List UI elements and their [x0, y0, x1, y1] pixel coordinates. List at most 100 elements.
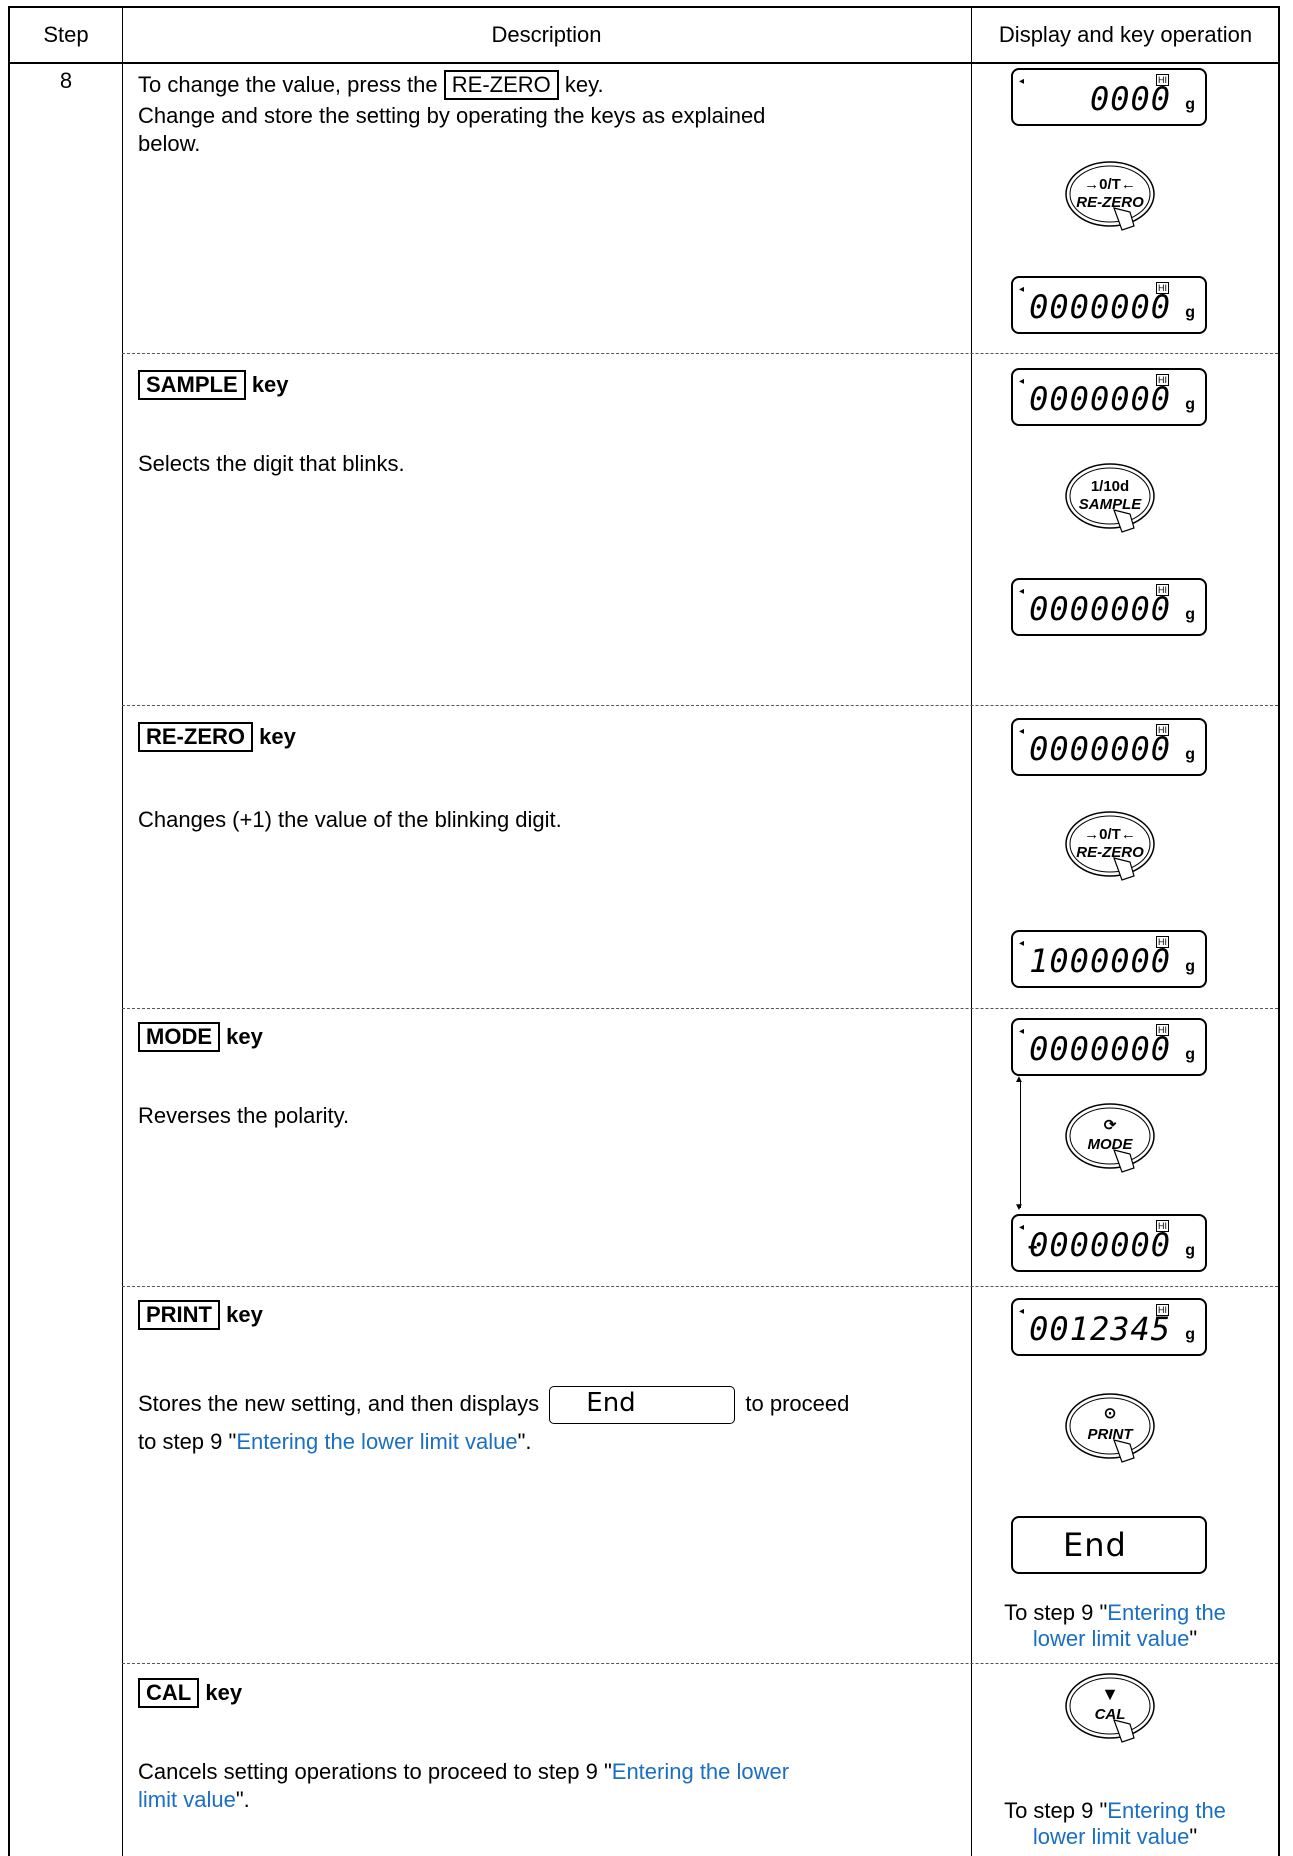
next-step-caption: To step 9 "Entering the lower limit valu… — [975, 1600, 1255, 1652]
print-text-pre: Stores the new setting, and then display… — [138, 1390, 540, 1416]
display-value: 0012345 — [1029, 1310, 1171, 1348]
lower-limit-link[interactable]: limit value — [138, 1787, 236, 1812]
unit-label: g — [1185, 1242, 1195, 1259]
print-text-post: to proceed — [745, 1390, 850, 1416]
end-display-text: End — [1063, 1526, 1127, 1564]
cal-key-suffix: key — [205, 1680, 243, 1705]
cal-key-label: CAL — [138, 1678, 200, 1708]
stable-triangle-icon: ◂ — [1019, 1306, 1025, 1317]
end-display-text: End — [586, 1388, 636, 1418]
mode-heading: MODE key — [138, 1022, 263, 1052]
rezero-button[interactable]: →0/T← RE-ZERO — [1062, 808, 1158, 888]
stable-triangle-icon: ◂ — [1019, 726, 1025, 737]
column-divider — [122, 8, 123, 1856]
rezero-key-label: RE-ZERO — [138, 722, 253, 752]
intro-text: To change the value, press the RE-ZERO k… — [138, 70, 958, 158]
row-separator — [122, 1286, 1278, 1287]
unit-label: g — [1185, 958, 1195, 975]
row-separator — [122, 1663, 1278, 1664]
print-line2-post: ". — [517, 1429, 532, 1454]
arrow-up-icon: ▲ — [1014, 1074, 1024, 1085]
cal-description: Cancels setting operations to proceed to… — [138, 1758, 958, 1814]
print-button[interactable]: ⊙ PRINT — [1062, 1390, 1158, 1470]
mode-key-label: MODE — [138, 1022, 220, 1052]
cal-heading: CAL key — [138, 1678, 242, 1708]
display-value: 0000000 — [1029, 380, 1171, 418]
caption-pre: To step 9 " — [1004, 1600, 1108, 1625]
cal-line2-post: ". — [235, 1787, 250, 1812]
print-description: Stores the new setting, and then display… — [138, 1386, 958, 1456]
rezero-symbol: →0/T← — [1084, 826, 1136, 843]
lower-limit-link[interactable]: Entering the — [1107, 1600, 1226, 1625]
sample-key-suffix: key — [251, 372, 289, 397]
rezero-symbol: →0/T← — [1084, 176, 1136, 193]
cal-symbol: ▼ — [1101, 1684, 1119, 1704]
column-divider — [971, 8, 972, 1856]
sample-button[interactable]: 1/10d SAMPLE — [1062, 460, 1158, 540]
rezero-key-label: RE-ZERO — [443, 70, 559, 100]
display-value: 0000000 — [1029, 1030, 1171, 1068]
polarity-arrow-line — [1020, 1080, 1021, 1208]
print-key-name: PRINT — [1087, 1426, 1133, 1443]
cal-key-name: CAL — [1094, 1706, 1126, 1723]
table-header: Step Description Display and key operati… — [10, 8, 1278, 64]
sample-key-name: SAMPLE — [1078, 496, 1142, 513]
intro-line3: below. — [138, 131, 201, 156]
cal-line1-pre: Cancels setting operations to proceed to… — [138, 1759, 612, 1784]
header-display: Display and key operation — [998, 22, 1253, 47]
unit-label: g — [1185, 96, 1195, 113]
display-value: 0000000 — [1029, 1226, 1171, 1264]
rezero-heading: RE-ZERO key — [138, 722, 296, 752]
stable-triangle-icon: ◂ — [1019, 76, 1025, 87]
stable-triangle-icon: ◂ — [1019, 376, 1025, 387]
next-step-caption: To step 9 "Entering the lower limit valu… — [975, 1798, 1255, 1850]
lcd-display: ◂ HI 0000000 g — [1011, 578, 1207, 636]
lower-limit-link[interactable]: Entering the lower — [612, 1759, 789, 1784]
unit-label: g — [1185, 396, 1195, 413]
lcd-display: ◂ HI 0012345 g — [1011, 1298, 1207, 1356]
lower-limit-link[interactable]: Entering the lower limit value — [236, 1429, 517, 1454]
end-display: End — [1011, 1516, 1207, 1574]
lcd-display: ◂ HI 0000000 g — [1011, 718, 1207, 776]
unit-label: g — [1185, 1326, 1195, 1343]
intro-line2: Change and store the setting by operatin… — [138, 103, 766, 128]
mode-button[interactable]: ⟳ MODE — [1062, 1100, 1158, 1180]
row-separator — [122, 705, 1278, 706]
print-line2-pre: to step 9 " — [138, 1429, 237, 1454]
display-value: 1000000 — [1029, 942, 1171, 980]
sample-description: Selects the digit that blinks. — [138, 451, 405, 476]
lower-limit-link[interactable]: lower limit value — [1033, 1824, 1190, 1849]
row-separator — [122, 353, 1278, 354]
sample-heading: SAMPLE key — [138, 370, 289, 400]
lcd-display: ◂ HI 0000000 g — [1011, 276, 1207, 334]
print-key-suffix: key — [226, 1302, 263, 1327]
mode-description: Reverses the polarity. — [138, 1103, 350, 1128]
header-step: Step — [43, 22, 89, 47]
caption-post: " — [1189, 1626, 1198, 1651]
intro-line1-post: key. — [564, 72, 604, 97]
stable-triangle-icon: ◂ — [1019, 586, 1025, 597]
lcd-display: ◂ HI 0000000 g — [1011, 368, 1207, 426]
display-value: 0000000 — [1029, 288, 1171, 326]
intro-line1-pre: To change the value, press the — [138, 72, 438, 97]
sample-key-label: SAMPLE — [138, 370, 246, 400]
unit-label: g — [1185, 606, 1195, 623]
rezero-key-name: RE-ZERO — [1076, 844, 1144, 861]
lower-limit-link[interactable]: Entering the — [1107, 1798, 1226, 1823]
end-display-inline: End — [549, 1386, 736, 1424]
sample-symbol: 1/10d — [1090, 478, 1130, 495]
unit-label: g — [1185, 1046, 1195, 1063]
rezero-button[interactable]: →0/T← RE-ZERO — [1062, 158, 1158, 238]
lower-limit-link[interactable]: lower limit value — [1033, 1626, 1190, 1651]
mode-symbol: ⟳ — [1103, 1117, 1117, 1134]
mode-key-name: MODE — [1087, 1136, 1133, 1153]
caption-pre: To step 9 " — [1004, 1798, 1108, 1823]
stable-triangle-icon: ◂ — [1019, 284, 1025, 295]
lcd-display: ◂ HI 0000000 g — [1011, 1018, 1207, 1076]
header-description: Description — [491, 22, 602, 47]
display-value: 0000000 — [1029, 730, 1171, 768]
print-heading: PRINT key — [138, 1300, 263, 1330]
row-separator — [122, 1008, 1278, 1009]
cal-button[interactable]: ▼ CAL — [1062, 1670, 1158, 1750]
lcd-display: ◂ - HI 0000000 g — [1011, 1214, 1207, 1272]
